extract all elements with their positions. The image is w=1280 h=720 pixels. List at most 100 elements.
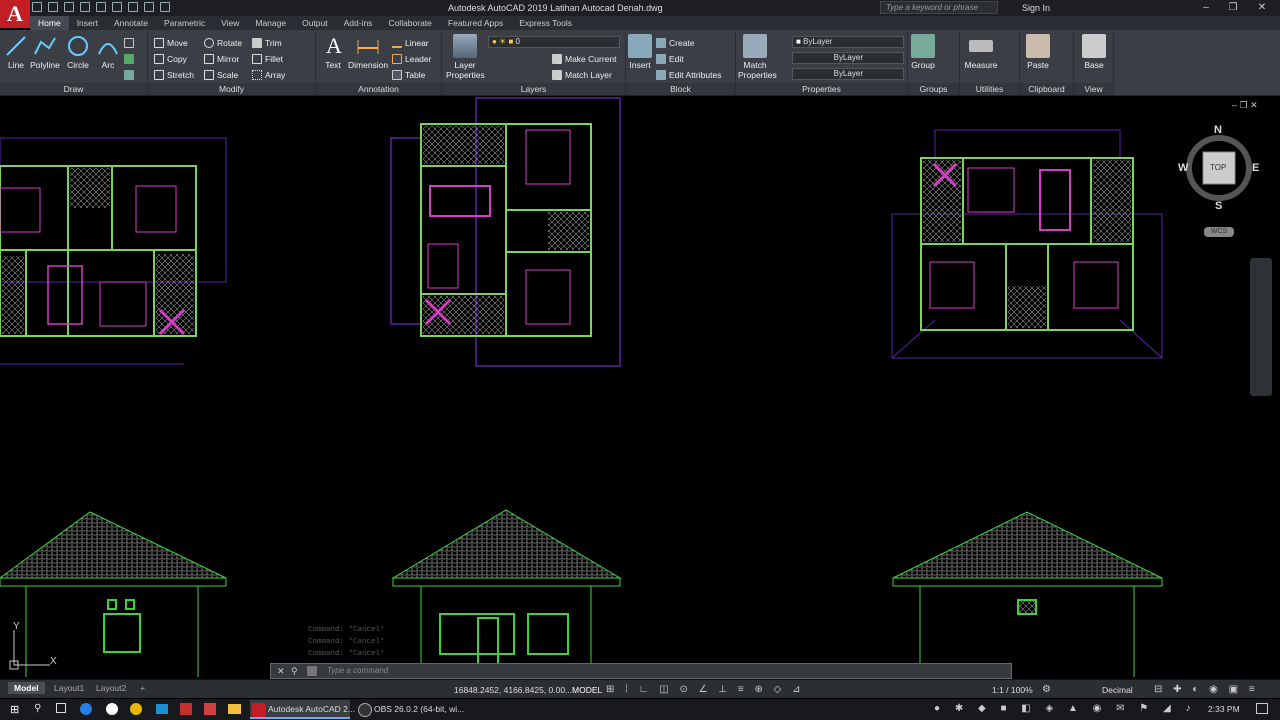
compass-west[interactable]: W — [1178, 162, 1188, 174]
compass-south[interactable]: S — [1215, 200, 1222, 212]
text-button[interactable]: A Text — [322, 34, 344, 71]
edge-icon[interactable] — [80, 703, 92, 715]
copy-button[interactable]: Copy — [154, 52, 187, 65]
maximize-icon[interactable]: ❐ — [1227, 2, 1239, 13]
groups-panel-title[interactable]: Groups — [908, 83, 959, 95]
taskbar-obs[interactable]: OBS 26.0.2 (64-bit, wi... — [356, 700, 464, 719]
redo-icon[interactable] — [144, 2, 154, 12]
compass-north[interactable]: N — [1214, 124, 1222, 136]
units-dropdown[interactable]: Decimal — [1102, 685, 1133, 695]
clock[interactable]: 2:33 PM — [1208, 704, 1240, 714]
tab-layout1[interactable]: Layout1 — [48, 682, 90, 694]
viewport-controls[interactable]: ‒ ❐ ✕ — [1232, 100, 1258, 111]
polyline-button[interactable]: Polyline — [30, 34, 60, 70]
annotation-panel-title[interactable]: Annotation — [316, 83, 441, 95]
tab-view[interactable]: View — [213, 16, 247, 30]
linear-dimension-button[interactable]: Linear — [392, 36, 429, 49]
notifications-icon[interactable] — [1256, 703, 1268, 714]
make-current-button[interactable]: Make Current — [552, 52, 617, 65]
customize-icon[interactable]: ⚲ — [291, 666, 298, 677]
array-button[interactable]: Array — [252, 68, 285, 81]
group-button[interactable]: Group — [910, 34, 936, 70]
mail-icon[interactable] — [156, 704, 168, 714]
minimize-icon[interactable]: ‒ — [1200, 2, 1212, 13]
create-block-button[interactable]: Create — [656, 36, 695, 49]
modify-panel-title[interactable]: Modify — [148, 83, 315, 95]
task-view-icon[interactable] — [56, 703, 66, 713]
drafting-toggles[interactable]: ⊞ ⁞ ∟ ◫ ⊙ ∠ ⊥ ≡ ⊕ ◇ ⊿ — [606, 684, 805, 695]
tab-parametric[interactable]: Parametric — [156, 16, 213, 30]
dimension-button[interactable]: Dimension — [348, 34, 388, 70]
utilities-panel-title[interactable]: Utilities — [960, 83, 1019, 95]
view-panel-title[interactable]: View — [1074, 83, 1113, 95]
measure-button[interactable]: Measure — [962, 34, 1000, 70]
wcs-menu[interactable]: WCS — [1204, 227, 1234, 237]
scale-button[interactable]: Scale — [204, 68, 238, 81]
mirror-button[interactable]: Mirror — [204, 52, 239, 65]
fillet-button[interactable]: Fillet — [252, 52, 283, 65]
table-button[interactable]: Table — [392, 68, 425, 81]
tab-home[interactable]: Home — [30, 16, 69, 30]
model-space-toggle[interactable]: MODEL — [572, 685, 602, 695]
undo-icon[interactable] — [128, 2, 138, 12]
status-tray-icons[interactable]: ⊟ ✚ ◐ ◉ ▣ ≡ — [1154, 684, 1259, 695]
stretch-button[interactable]: Stretch — [154, 68, 194, 81]
tab-model[interactable]: Model — [8, 682, 45, 694]
paste-button[interactable]: Paste — [1026, 34, 1050, 70]
workspace-gear-icon[interactable]: ⚙ — [1042, 684, 1051, 695]
windows-start-icon[interactable]: ⊞ — [10, 703, 19, 716]
search-input[interactable]: Type a keyword or phrase — [880, 1, 998, 14]
arc-button[interactable]: Arc — [96, 34, 120, 70]
command-input[interactable]: Type a command — [327, 666, 388, 675]
tab-add-ins[interactable]: Add-ins — [336, 16, 381, 30]
tab-manage[interactable]: Manage — [247, 16, 294, 30]
pdf-icon[interactable] — [204, 703, 216, 715]
match-layer-button[interactable]: Match Layer — [552, 68, 612, 81]
tab-collaborate[interactable]: Collaborate — [380, 16, 439, 30]
draw-panel-title[interactable]: Draw — [0, 83, 147, 95]
move-button[interactable]: Move — [154, 36, 188, 49]
linetype-dropdown[interactable]: ByLayer — [792, 52, 904, 64]
circle-button[interactable]: Circle — [64, 34, 92, 70]
hatch-icon[interactable] — [124, 52, 134, 65]
save-icon[interactable] — [64, 2, 74, 12]
tab-output[interactable]: Output — [294, 16, 336, 30]
trim-button[interactable]: Trim — [252, 36, 282, 49]
save-as-icon[interactable] — [80, 2, 90, 12]
block-panel-title[interactable]: Block — [626, 83, 735, 95]
navigation-bar[interactable] — [1250, 258, 1272, 396]
gradient-icon[interactable] — [124, 68, 134, 81]
insert-button[interactable]: Insert — [628, 34, 652, 70]
chrome-icon[interactable] — [130, 703, 142, 715]
add-layout-icon[interactable]: + — [134, 682, 151, 694]
edit-attributes-button[interactable]: Edit Attributes — [656, 68, 721, 81]
viewcube-top-face[interactable]: TOP — [1210, 163, 1226, 172]
color-dropdown[interactable]: ■ ByLayer — [792, 36, 904, 48]
system-tray-icons[interactable]: ● ✱ ◆ ■ ◧ ◈ ▲ ◉ ✉ ⚑ ◢ ♪ — [934, 703, 1197, 714]
media-icon[interactable] — [180, 703, 192, 715]
tab-layout2[interactable]: Layout2 — [90, 682, 132, 694]
leader-button[interactable]: Leader — [392, 52, 431, 65]
annotation-scale[interactable]: 1:1 / 100% — [992, 685, 1033, 695]
rectangle-icon[interactable] — [124, 36, 134, 49]
drawing-canvas[interactable]: Y X — [0, 97, 1248, 677]
properties-panel-title[interactable]: Properties — [736, 83, 907, 95]
viewcube[interactable]: N S E W TOP WCS — [1178, 122, 1260, 237]
base-button[interactable]: Base — [1080, 34, 1108, 70]
plot-icon[interactable] — [112, 2, 122, 12]
edit-block-button[interactable]: Edit — [656, 52, 684, 65]
layer-properties-button[interactable]: Layer Properties — [446, 34, 485, 80]
line-button[interactable]: Line — [4, 34, 28, 70]
layers-panel-title[interactable]: Layers — [442, 83, 625, 95]
file-explorer-icon[interactable] — [228, 704, 241, 714]
close-command-icon[interactable]: ✕ — [277, 666, 285, 677]
web-icon[interactable] — [96, 2, 106, 12]
open-icon[interactable] — [48, 2, 58, 12]
new-icon[interactable] — [32, 2, 42, 12]
workspace-icon[interactable] — [160, 2, 170, 12]
sign-in-link[interactable]: Sign In — [1022, 3, 1050, 13]
close-icon[interactable]: ✕ — [1256, 2, 1268, 13]
compass-east[interactable]: E — [1252, 162, 1259, 174]
app-icon[interactable] — [106, 703, 118, 715]
tab-insert[interactable]: Insert — [69, 16, 106, 30]
